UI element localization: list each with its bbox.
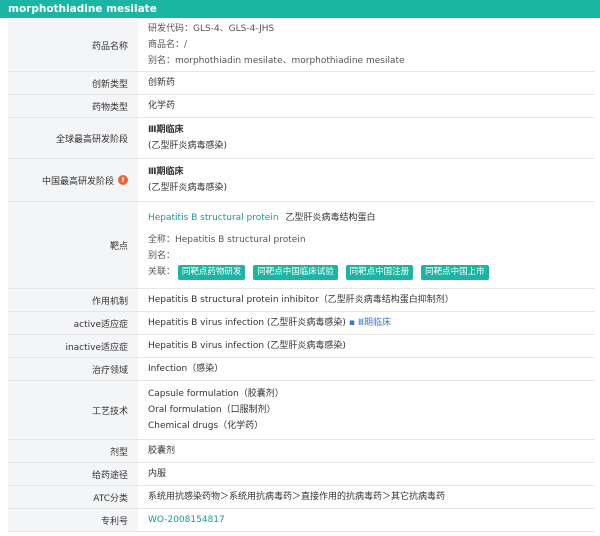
- label-patent: 专利号: [8, 509, 138, 531]
- tag-same-target-launch[interactable]: 同靶点中国上市: [421, 265, 489, 280]
- process-item: Capsule formulation（胶囊剂）: [148, 389, 284, 399]
- row-atc: ATC分类 系统用抗感染药物＞系统用抗病毒药＞直接作用的抗病毒药＞其它抗病毒药: [8, 486, 595, 509]
- drug-title-bar: morphothiadine mesilate: [0, 0, 600, 18]
- label-route: 给药途径: [8, 463, 138, 485]
- value-dosage-form: 胶囊剂: [148, 446, 176, 456]
- label-dosage-form: 剂型: [8, 440, 138, 462]
- related-label: 关联：: [148, 267, 176, 277]
- process-item: Oral formulation（口服制剂）: [148, 405, 276, 415]
- global-phase-indication: (乙型肝炎病毒感染): [148, 141, 228, 151]
- rd-code: 研发代码：GLS-4、GLS-4-JHS: [148, 24, 275, 34]
- tag-same-target-trials[interactable]: 同靶点中国临床试验: [253, 265, 338, 280]
- patent-link[interactable]: WO-2008154817: [148, 512, 595, 528]
- label-active-indication: active适应症: [8, 312, 138, 334]
- info-icon[interactable]: !: [118, 175, 128, 185]
- tag-same-target-registration[interactable]: 同靶点中国注册: [345, 265, 414, 280]
- label-innovation: 创新类型: [8, 72, 138, 94]
- target-alias: 别名：: [148, 251, 176, 261]
- label-drug-name: 药品名称: [8, 19, 138, 71]
- value-inactive-indication: Hepatitis B virus infection (乙型肝炎病毒感染): [148, 341, 346, 351]
- target-name-cn: 乙型肝炎病毒结构蛋白: [285, 213, 376, 223]
- value-innovation: 创新药: [148, 78, 176, 88]
- label-global-phase: 全球最高研发阶段: [8, 118, 138, 158]
- label-china-phase: 中国最高研发阶段 !: [8, 159, 138, 201]
- row-therapy-area: 治疗领域 Infection（感染）: [8, 358, 595, 381]
- label-drug-type: 药物类型: [8, 95, 138, 117]
- global-phase: Ⅲ期临床: [148, 125, 184, 135]
- page: morphothiadine mesilate 药品名称 研发代码：GLS-4、…: [0, 0, 600, 536]
- value-active-indication: Hepatitis B virus infection (乙型肝炎病毒感染): [148, 318, 346, 328]
- label-atc: ATC分类: [8, 486, 138, 508]
- trade-name: 商品名：/: [148, 40, 188, 50]
- row-drug-type: 药物类型 化学药: [8, 95, 595, 118]
- active-phase-link[interactable]: Ⅲ期临床: [358, 318, 391, 328]
- phase-dot: ▪: [348, 318, 355, 328]
- value-atc: 系统用抗感染药物＞系统用抗病毒药＞直接作用的抗病毒药＞其它抗病毒药: [148, 492, 446, 502]
- target-name-line: Hepatitis B structural protein 乙型肝炎病毒结构蛋…: [148, 210, 595, 226]
- row-inactive-indication: inactive适应症 Hepatitis B virus infection …: [8, 335, 595, 358]
- value-mechanism: Hepatitis B structural protein inhibitor…: [148, 295, 454, 305]
- china-phase-indication: (乙型肝炎病毒感染): [148, 183, 228, 193]
- value-drug-type: 化学药: [148, 101, 176, 111]
- value-drug-name: 研发代码：GLS-4、GLS-4-JHS 商品名：/ 别名：morphothia…: [138, 19, 595, 71]
- row-route: 给药途径 内服: [8, 463, 595, 486]
- row-drug-name: 药品名称 研发代码：GLS-4、GLS-4-JHS 商品名：/ 别名：morph…: [8, 19, 595, 72]
- row-global-phase: 全球最高研发阶段 Ⅲ期临床 (乙型肝炎病毒感染): [8, 118, 595, 159]
- label-therapy-area: 治疗领域: [8, 358, 138, 380]
- row-mechanism: 作用机制 Hepatitis B structural protein inhi…: [8, 289, 595, 312]
- row-active-indication: active适应症 Hepatitis B virus infection (乙…: [8, 312, 595, 335]
- row-innovation: 创新类型 创新药: [8, 72, 595, 95]
- row-process: 工艺技术 Capsule formulation（胶囊剂） Oral formu…: [8, 381, 595, 440]
- label-china-phase-text: 中国最高研发阶段: [41, 176, 114, 187]
- target-related: 关联： 同靶点药物研发 同靶点中国临床试验 同靶点中国注册 同靶点中国上市: [148, 264, 595, 280]
- target-fullname: 全称：Hepatitis B structural protein: [148, 235, 306, 245]
- label-target: 靶点: [8, 202, 138, 288]
- value-therapy-area: Infection（感染）: [148, 364, 224, 374]
- process-item: Chemical drugs（化学药）: [148, 421, 264, 431]
- tag-same-target-dev[interactable]: 同靶点药物研发: [177, 265, 246, 280]
- label-inactive-indication: inactive适应症: [8, 335, 138, 357]
- row-china-phase: 中国最高研发阶段 ! Ⅲ期临床 (乙型肝炎病毒感染): [8, 159, 595, 202]
- china-phase: Ⅲ期临床: [148, 167, 184, 177]
- label-mechanism: 作用机制: [8, 289, 138, 311]
- label-process: 工艺技术: [8, 381, 138, 439]
- drug-title: morphothiadine mesilate: [8, 3, 157, 15]
- target-link[interactable]: Hepatitis B structural protein: [148, 213, 279, 223]
- alias-names: 别名：morphothiadin mesilate、morphothiadine…: [148, 56, 405, 66]
- drug-info-table: 药品名称 研发代码：GLS-4、GLS-4-JHS 商品名：/ 别名：morph…: [8, 19, 595, 532]
- row-dosage-form: 剂型 胶囊剂: [8, 440, 595, 463]
- row-patent: 专利号 WO-2008154817: [8, 509, 595, 532]
- value-route: 内服: [148, 469, 167, 479]
- row-target: 靶点 Hepatitis B structural protein 乙型肝炎病毒…: [8, 202, 595, 289]
